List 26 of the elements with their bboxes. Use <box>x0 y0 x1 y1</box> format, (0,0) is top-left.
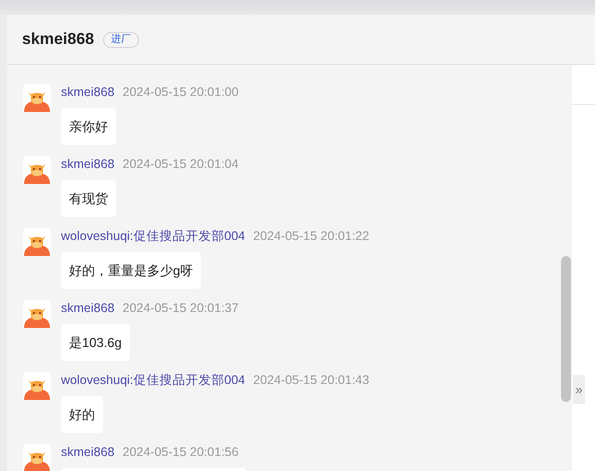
chat-title: skmei868 <box>22 30 94 48</box>
message-time: 2024-05-15 20:01:43 <box>253 372 370 389</box>
sender-name: skmei868 <box>61 156 114 173</box>
bull-avatar-icon <box>23 228 51 256</box>
scrollbar-thumb[interactable] <box>561 256 571 402</box>
message-time: 2024-05-15 20:01:22 <box>253 228 370 245</box>
expand-button[interactable]: » <box>573 375 585 404</box>
bull-avatar-icon <box>23 84 51 112</box>
message-bubble: 好的，重量是多少g呀 <box>61 252 202 289</box>
message-time: 2024-05-15 20:01:56 <box>122 444 239 461</box>
sender-name: skmei868 <box>61 84 114 101</box>
message-bubble: 好的 <box>61 396 103 433</box>
message-bubble: 亲你好 <box>61 108 116 145</box>
bull-avatar-icon <box>23 372 51 400</box>
bull-avatar-icon <box>23 300 51 328</box>
status-tag: 进厂 <box>103 32 140 48</box>
sender-name: woloveshuqi:促佳搜品开发部004 <box>61 228 246 245</box>
message-time: 2024-05-15 20:01:04 <box>122 156 239 173</box>
sender-name: woloveshuqi:促佳搜品开发部004 <box>61 372 246 389</box>
message-time: 2024-05-15 20:01:37 <box>122 300 239 317</box>
message-time: 2024-05-15 20:01:00 <box>122 84 239 101</box>
sender-name: skmei868 <box>61 444 114 461</box>
sender-name: skmei868 <box>61 300 114 317</box>
message-bubble: 有现货 <box>61 180 116 217</box>
bull-avatar-icon <box>23 156 51 184</box>
message-bubble: 是103.6g <box>61 324 130 361</box>
